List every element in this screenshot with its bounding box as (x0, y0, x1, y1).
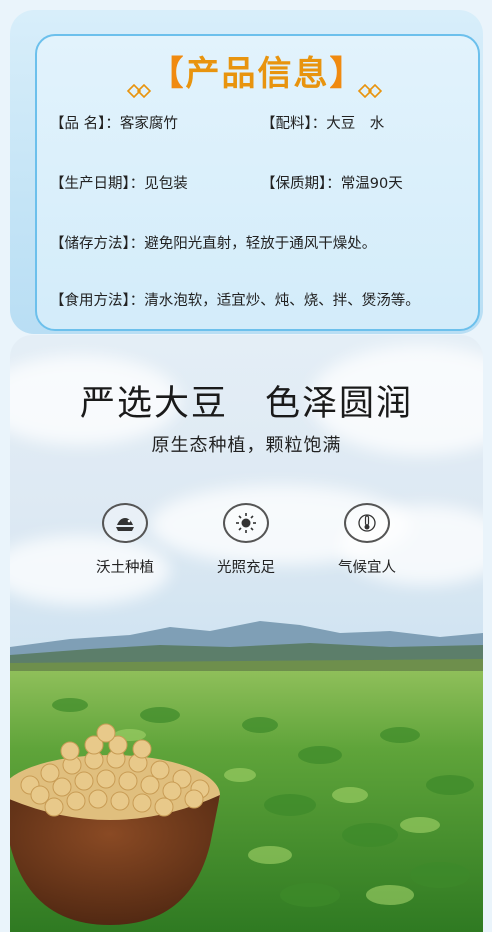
product-info-frame: 【产品信息】 【品 名】：客家腐竹 【配料】：大豆 水 【生产日期】：见包装 【… (35, 34, 480, 331)
soil-icon (102, 503, 148, 543)
feature-label-soil: 沃土种植 (96, 560, 154, 576)
soybean-field-panel: 严选大豆 色泽圆润 原生态种植，颗粒饱满 沃土种植 光照充足 气候宜人 (10, 335, 483, 932)
feature-headline: 严选大豆 色泽圆润 (79, 384, 413, 424)
feature-subtitle: 原生态种植，颗粒饱满 (151, 435, 342, 456)
info-row-storage: 【储存方法】：避免阳光直射，轻放于通风干燥处。 (50, 236, 377, 252)
farmland-landscape (10, 621, 483, 932)
info-title: 【产品信息】 (149, 54, 366, 94)
sun-icon (223, 503, 269, 543)
info-row-ingredients: 【配料】：大豆 水 (261, 116, 385, 132)
info-row-shelf-life: 【保质期】：常温90天 (261, 176, 403, 192)
thermometer-icon (344, 503, 390, 543)
info-row-production-date: 【生产日期】：见包装 (50, 176, 188, 192)
product-info-card: 【产品信息】 【品 名】：客家腐竹 【配料】：大豆 水 【生产日期】：见包装 【… (10, 10, 483, 334)
feature-label-climate: 气候宜人 (338, 560, 396, 576)
feature-label-sunlight: 光照充足 (217, 560, 275, 576)
info-row-usage: 【食用方法】：清水泡软，适宜炒、炖、烧、拌、煲汤等。 (50, 293, 420, 309)
info-row-name: 【品 名】：客家腐竹 (50, 116, 178, 132)
